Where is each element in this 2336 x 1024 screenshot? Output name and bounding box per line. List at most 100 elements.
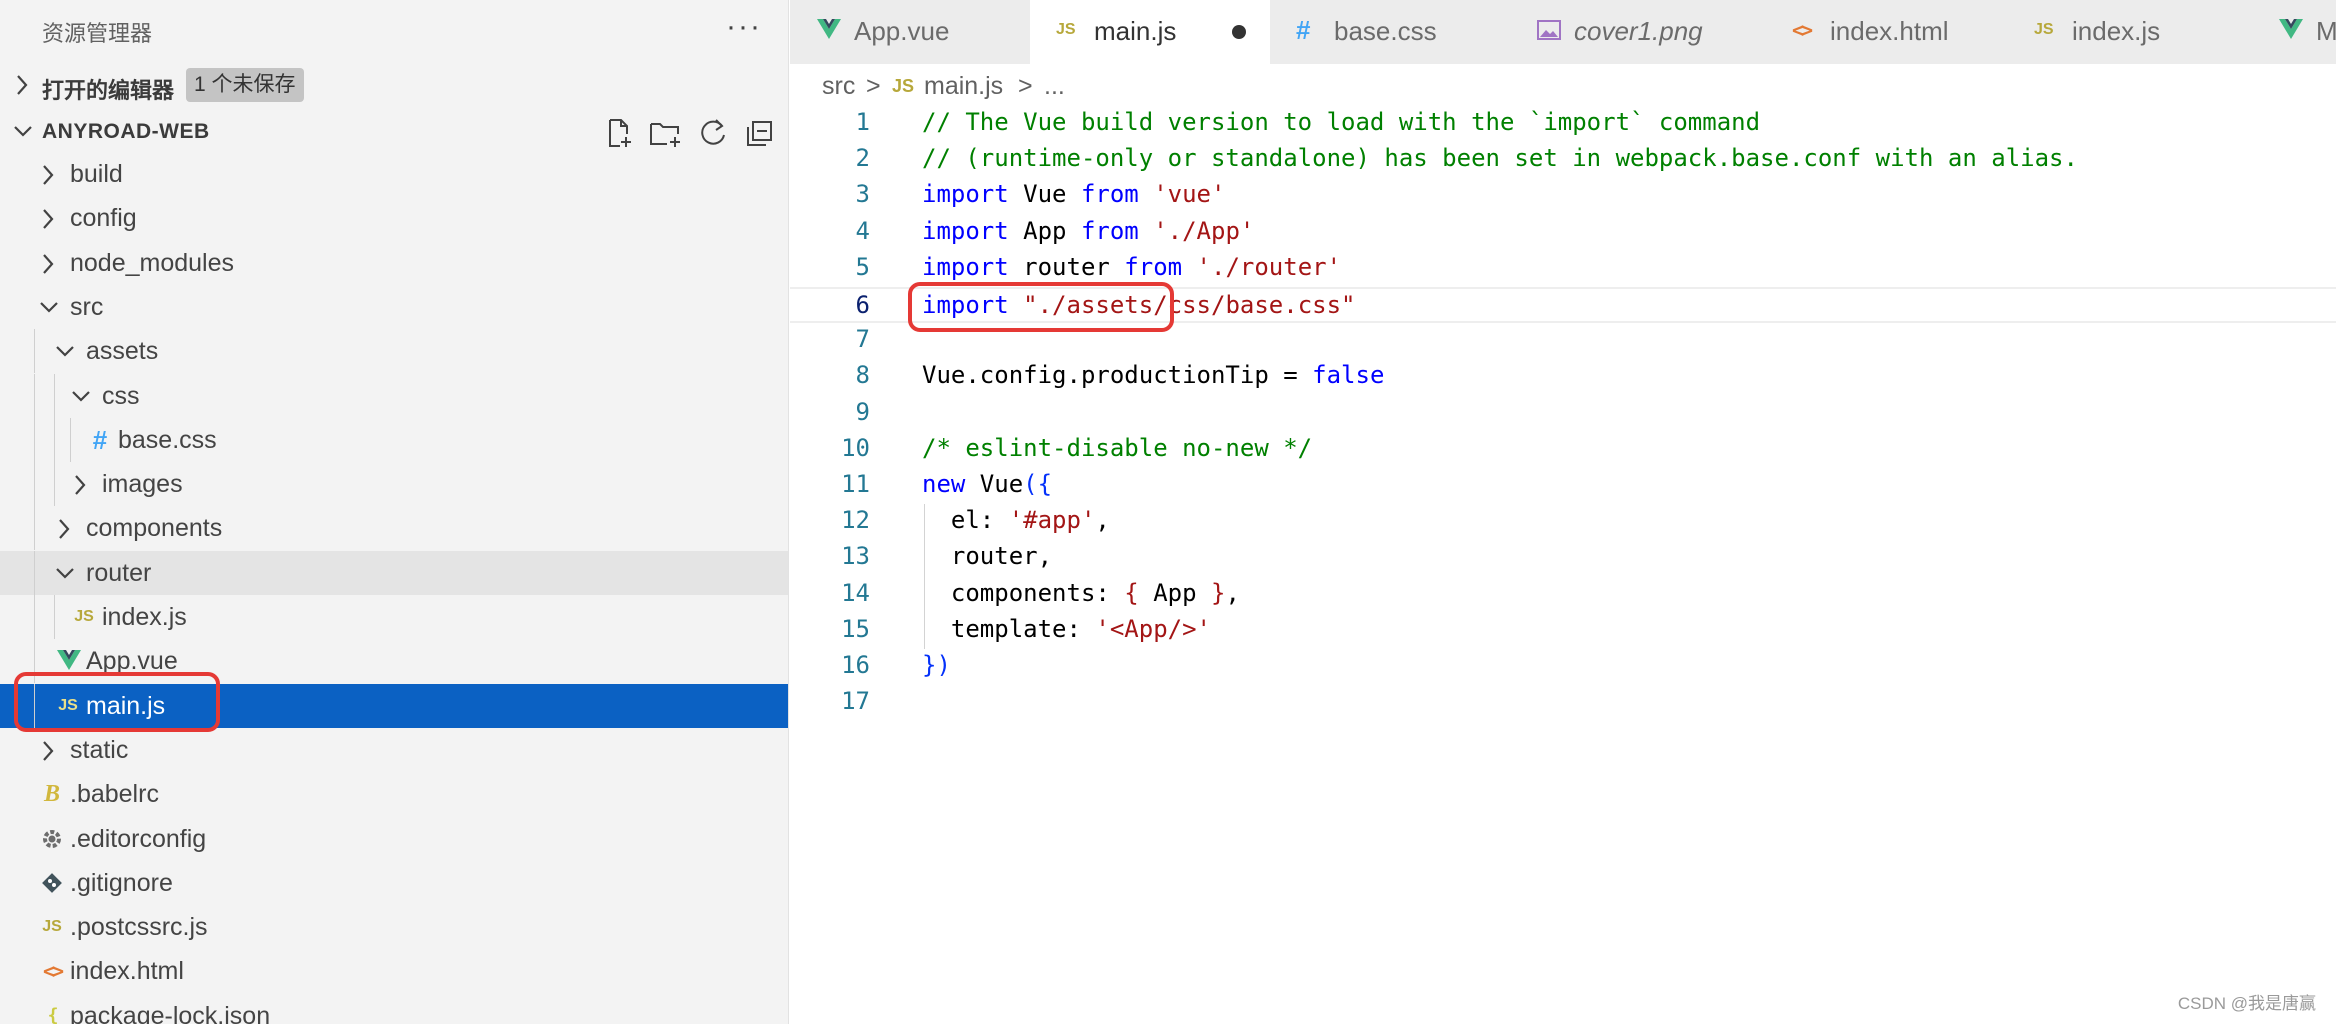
- tree-item-label: .gitignore: [70, 868, 173, 897]
- explorer-sidebar: 资源管理器 ··· 打开的编辑器 1 个未保存 ANYROAD-WEB buil…: [0, 0, 789, 1024]
- code-line[interactable]: 17: [790, 685, 2336, 721]
- code-text: router,: [922, 542, 1052, 570]
- breadcrumb-more[interactable]: ...: [1044, 72, 1065, 101]
- code-text: new Vue({: [922, 470, 1052, 498]
- tree-item-label: package-lock.json: [70, 1001, 271, 1024]
- code-line[interactable]: 2 // (runtime-only or standalone) has bee…: [790, 142, 2336, 178]
- tree-folder-build[interactable]: build: [0, 152, 788, 196]
- tab-main-js[interactable]: JS main.js: [1030, 0, 1271, 64]
- code-line[interactable]: 10 /* eslint-disable no-new */: [790, 432, 2336, 468]
- tree-item-label: assets: [86, 337, 159, 366]
- line-number: 3: [855, 180, 870, 209]
- tree-folder-assets[interactable]: assets: [0, 329, 788, 374]
- chevron-down-icon: [70, 385, 92, 407]
- code-token: '<App/>': [1095, 614, 1211, 643]
- js-icon: JS: [892, 76, 915, 96]
- code-line[interactable]: 9: [790, 396, 2336, 432]
- code-editor[interactable]: 1 // The Vue build version to load with t…: [790, 106, 2336, 1024]
- indent-guide: [924, 504, 925, 649]
- tab-index-js[interactable]: JS index.js: [2008, 0, 2253, 64]
- tree-item-label: static: [70, 735, 129, 764]
- indent-guide: [34, 550, 35, 595]
- indent-guide: [70, 417, 71, 462]
- tree-file-index-html[interactable]: <> index.html: [0, 949, 788, 993]
- js-icon: JS: [74, 608, 94, 625]
- tree-folder-router[interactable]: router: [0, 550, 788, 595]
- code-text: // The Vue build version to load with th…: [922, 108, 1760, 136]
- tab-index-html[interactable]: <> index.html: [1766, 0, 2009, 64]
- tab-m[interactable]: M: [2252, 0, 2336, 64]
- code-text: // (runtime-only or standalone) has been…: [922, 144, 2078, 172]
- code-line[interactable]: 16}): [790, 649, 2336, 685]
- tab-label: base.css: [1334, 16, 1437, 46]
- unsaved-dot-icon[interactable]: [1232, 25, 1246, 39]
- code-token: './App': [1153, 216, 1255, 245]
- code-line[interactable]: 1 // The Vue build version to load with t…: [790, 106, 2336, 142]
- refresh-icon[interactable]: [696, 116, 732, 150]
- js-icon: JS: [1056, 21, 1076, 38]
- collapse-all-icon[interactable]: [742, 116, 778, 150]
- code-line[interactable]: 4 import App from './App': [790, 215, 2336, 251]
- tree-folder-images[interactable]: images: [0, 462, 788, 507]
- tree-folder-components[interactable]: components: [0, 506, 788, 551]
- chevron-right-icon: [54, 517, 74, 541]
- code-token: false: [1312, 361, 1385, 390]
- code-line[interactable]: 3 import Vue from 'vue': [790, 178, 2336, 214]
- code-token: App: [1138, 578, 1211, 607]
- open-editors-section[interactable]: 打开的编辑器 1 个未保存: [0, 68, 788, 104]
- code-line[interactable]: 14 components: { App },: [790, 577, 2336, 613]
- line-number: 7: [855, 325, 870, 354]
- code-token: Vue: [965, 470, 1024, 498]
- tree-folder-src[interactable]: src: [0, 285, 788, 329]
- tree-file-gitignore[interactable]: .gitignore: [0, 861, 788, 905]
- code-text: }): [922, 651, 951, 679]
- indent-guide: [34, 373, 35, 418]
- gear-icon: [40, 827, 64, 851]
- code-token: new: [922, 470, 966, 498]
- new-folder-icon[interactable]: [648, 116, 684, 150]
- project-name: ANYROAD-WEB: [42, 120, 210, 143]
- tab-base-css[interactable]: # base.css: [1270, 0, 1511, 64]
- code-token: Vue.config.productionTip =: [922, 361, 1313, 390]
- tree-file-editorconfig[interactable]: .editorconfig: [0, 817, 788, 861]
- new-file-icon[interactable]: [602, 116, 638, 150]
- code-token: App: [1008, 216, 1081, 245]
- tree-item-label: src: [70, 292, 104, 321]
- code-text: import router from './router': [922, 253, 1341, 281]
- code-text: el: '#app',: [922, 506, 1110, 534]
- code-token: }: [1211, 578, 1226, 607]
- tree-folder-css[interactable]: css: [0, 373, 788, 418]
- code-line[interactable]: 11 new Vue({: [790, 468, 2336, 504]
- indent-guide: [54, 462, 55, 507]
- tab-app-vue[interactable]: App.vue: [790, 0, 1031, 64]
- code-line[interactable]: 8 Vue.config.productionTip = false: [790, 359, 2336, 395]
- tree-file-postcssrc-js[interactable]: JS .postcssrc.js: [0, 905, 788, 949]
- tab-cover1-png[interactable]: cover1.png: [1510, 0, 1767, 64]
- more-actions-icon[interactable]: ···: [726, 10, 762, 44]
- tree-folder-static[interactable]: static: [0, 728, 788, 772]
- tree-folder-config[interactable]: config: [0, 196, 788, 240]
- editor-area: App.vue JS main.js # base.css cover1.png <> ind…: [790, 0, 2336, 1024]
- chevron-right-icon: [38, 163, 58, 187]
- code-line[interactable]: 13 router,: [790, 540, 2336, 576]
- chevron-down-icon: [54, 340, 76, 362]
- code-text: Vue.config.productionTip = false: [922, 361, 1384, 389]
- watermark: CSDN @我是唐赢: [2177, 994, 2316, 1013]
- js-icon: JS: [42, 918, 62, 936]
- tree-file-index-js[interactable]: JS index.js: [0, 595, 788, 639]
- code-text: template: '<App/>': [922, 615, 1211, 643]
- tree-item-label: components: [86, 514, 223, 543]
- indent-guide: [34, 417, 35, 462]
- project-header[interactable]: ANYROAD-WEB: [0, 112, 788, 152]
- code-line[interactable]: 12 el: '#app',: [790, 504, 2336, 540]
- tree-file-base-css[interactable]: # base.css: [0, 417, 788, 462]
- breadcrumb-file[interactable]: main.js: [924, 72, 1003, 101]
- breadcrumb-folder[interactable]: src: [822, 72, 855, 101]
- line-number: 11: [841, 470, 870, 498]
- tree-folder-node-modules[interactable]: node_modules: [0, 241, 788, 285]
- tree-file-package-lock-json[interactable]: { } package-lock.json: [0, 994, 788, 1024]
- tree-file-babelrc[interactable]: B .babelrc: [0, 772, 788, 816]
- code-line[interactable]: 15 template: '<App/>': [790, 613, 2336, 649]
